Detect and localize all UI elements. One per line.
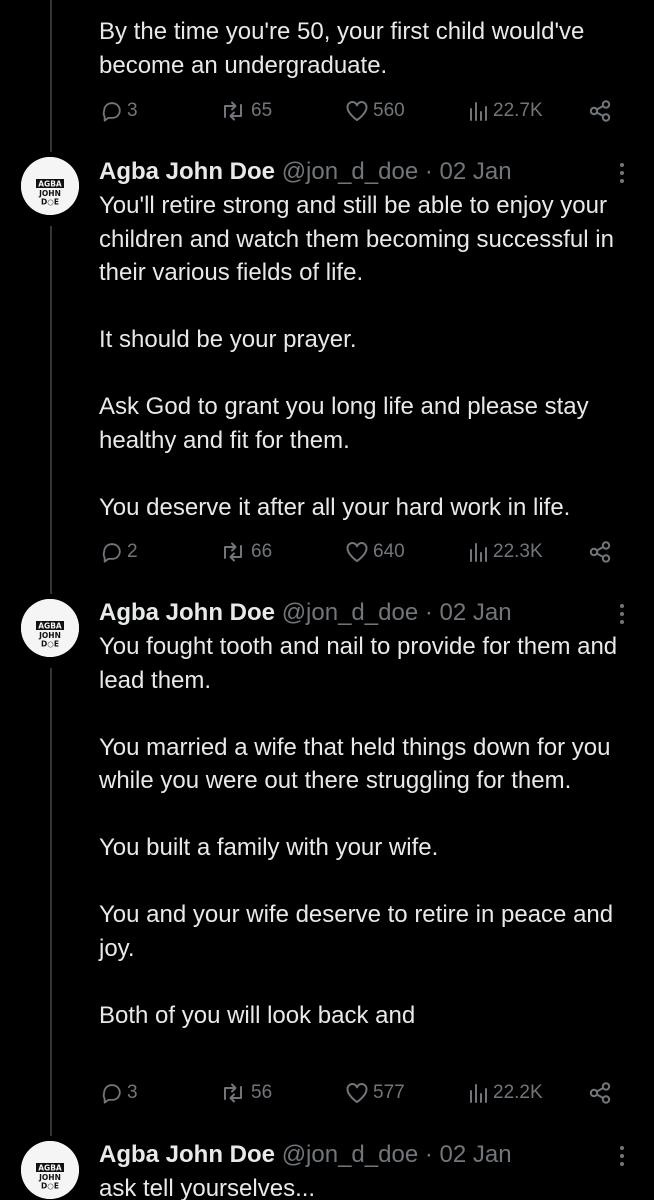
tweet[interactable]: AGBA JOHN D○E Agba John Doe @jon_d_doe ·… bbox=[0, 140, 654, 585]
reply-count: 3 bbox=[127, 1082, 138, 1103]
tweet-text: You fought tooth and nail to provide for… bbox=[99, 633, 618, 1029]
heart-icon bbox=[345, 541, 369, 563]
tweet-header: Agba John Doe @jon_d_doe · 02 Jan bbox=[99, 1139, 614, 1171]
tweet-actions: 3 65 560 22.7K bbox=[99, 94, 629, 128]
author-handle[interactable]: @jon_d_doe bbox=[282, 158, 418, 185]
avatar[interactable]: AGBA JOHN D○E bbox=[21, 1141, 79, 1199]
reply-icon bbox=[101, 541, 123, 563]
tweet-text: You'll retire strong and still be able t… bbox=[99, 192, 614, 521]
share-button[interactable] bbox=[588, 94, 612, 128]
repost-count: 65 bbox=[251, 100, 273, 121]
heart-icon bbox=[345, 1082, 369, 1104]
like-count: 577 bbox=[373, 1082, 405, 1103]
share-icon bbox=[588, 1081, 612, 1105]
header-separator: · bbox=[424, 599, 433, 626]
svg-text:AGBA: AGBA bbox=[38, 180, 62, 189]
reply-count: 2 bbox=[127, 541, 138, 562]
repost-icon bbox=[219, 100, 247, 122]
svg-text:D○E: D○E bbox=[41, 198, 59, 207]
tweet[interactable]: AGBA JOHN D○E Agba John Doe @jon_d_doe ·… bbox=[0, 582, 654, 1137]
svg-text:AGBA: AGBA bbox=[38, 622, 62, 631]
avatar[interactable]: AGBA JOHN D○E bbox=[21, 157, 79, 215]
more-button[interactable] bbox=[612, 1141, 632, 1171]
author-name[interactable]: Agba John Doe bbox=[99, 1141, 275, 1168]
tweet-date[interactable]: 02 Jan bbox=[440, 599, 512, 626]
like-button[interactable]: 577 bbox=[345, 1076, 405, 1110]
like-count: 560 bbox=[373, 100, 405, 121]
analytics-icon bbox=[469, 1082, 489, 1104]
reply-button[interactable]: 2 bbox=[101, 535, 138, 569]
tweet-actions: 2 66 640 22.3K bbox=[99, 535, 629, 569]
author-handle[interactable]: @jon_d_doe bbox=[282, 1141, 418, 1168]
svg-text:D○E: D○E bbox=[41, 640, 59, 649]
repost-icon bbox=[219, 541, 247, 563]
more-vertical-icon bbox=[620, 163, 624, 183]
svg-text:AGBA: AGBA bbox=[38, 1164, 62, 1173]
header-separator: · bbox=[424, 1141, 433, 1168]
tweet-date[interactable]: 02 Jan bbox=[440, 1141, 512, 1168]
tweet-text: By the time you're 50, your first child … bbox=[99, 18, 585, 79]
repost-icon bbox=[219, 1082, 247, 1104]
repost-count: 56 bbox=[251, 1082, 273, 1103]
tweet-header: Agba John Doe @jon_d_doe · 02 Jan bbox=[99, 597, 614, 629]
views-button[interactable]: 22.3K bbox=[469, 535, 543, 569]
views-count: 22.3K bbox=[493, 541, 543, 562]
tweet[interactable]: AGBA JOHN D○E Agba John Doe @jon_d_doe ·… bbox=[0, 1124, 654, 1200]
share-button[interactable] bbox=[588, 535, 612, 569]
analytics-icon bbox=[469, 541, 489, 563]
reply-icon bbox=[101, 100, 123, 122]
reply-count: 3 bbox=[127, 100, 138, 121]
more-button[interactable] bbox=[612, 158, 632, 188]
reply-button[interactable]: 3 bbox=[101, 1076, 138, 1110]
tweet-actions: 3 56 577 22.2K bbox=[99, 1076, 629, 1110]
author-handle[interactable]: @jon_d_doe bbox=[282, 599, 418, 626]
repost-button[interactable]: 56 bbox=[219, 1076, 272, 1110]
views-button[interactable]: 22.2K bbox=[469, 1076, 543, 1110]
agba-john-doe-logo: AGBA JOHN D○E bbox=[21, 157, 79, 215]
svg-text:D○E: D○E bbox=[41, 1182, 59, 1191]
tweet-date[interactable]: 02 Jan bbox=[440, 158, 512, 185]
author-name[interactable]: Agba John Doe bbox=[99, 158, 275, 185]
share-icon bbox=[588, 99, 612, 123]
tweet-header: Agba John Doe @jon_d_doe · 02 Jan bbox=[99, 156, 614, 188]
author-name[interactable]: Agba John Doe bbox=[99, 599, 275, 626]
repost-button[interactable]: 66 bbox=[219, 535, 272, 569]
views-count: 22.2K bbox=[493, 1082, 543, 1103]
views-button[interactable]: 22.7K bbox=[469, 94, 543, 128]
like-button[interactable]: 560 bbox=[345, 94, 405, 128]
avatar[interactable]: AGBA JOHN D○E bbox=[21, 599, 79, 657]
more-button[interactable] bbox=[612, 599, 632, 629]
reply-button[interactable]: 3 bbox=[101, 94, 138, 128]
reply-icon bbox=[101, 1082, 123, 1104]
repost-button[interactable]: 65 bbox=[219, 94, 272, 128]
share-button[interactable] bbox=[588, 1076, 612, 1110]
header-separator: · bbox=[424, 158, 433, 185]
agba-john-doe-logo: AGBA JOHN D○E bbox=[21, 1141, 79, 1199]
repost-count: 66 bbox=[251, 541, 273, 562]
more-vertical-icon bbox=[620, 604, 624, 624]
share-icon bbox=[588, 540, 612, 564]
more-vertical-icon bbox=[620, 1146, 624, 1166]
views-count: 22.7K bbox=[493, 100, 543, 121]
agba-john-doe-logo: AGBA JOHN D○E bbox=[21, 599, 79, 657]
tweet[interactable]: By the time you're 50, your first child … bbox=[0, 0, 654, 140]
tweet-text: ask tell yourselves... bbox=[99, 1175, 316, 1200]
analytics-icon bbox=[469, 100, 489, 122]
heart-icon bbox=[345, 100, 369, 122]
like-count: 640 bbox=[373, 541, 405, 562]
like-button[interactable]: 640 bbox=[345, 535, 405, 569]
